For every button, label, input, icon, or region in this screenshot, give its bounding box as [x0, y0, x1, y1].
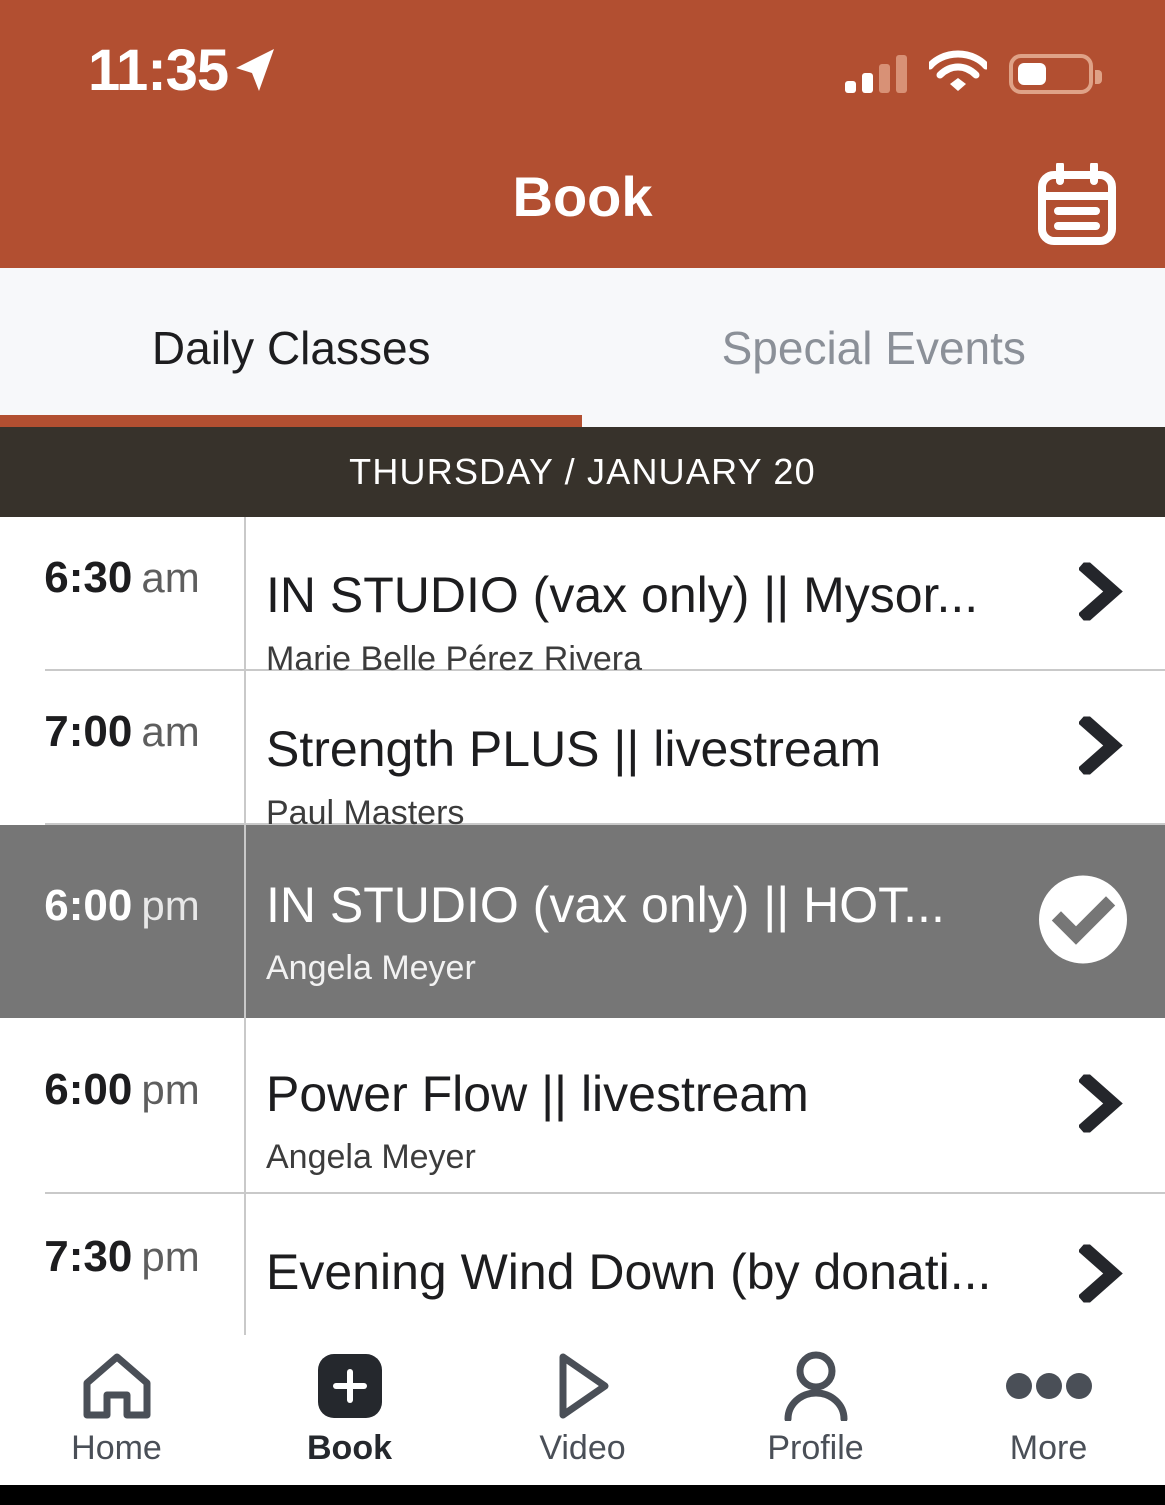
time-column-divider — [244, 517, 246, 1335]
cellular-signal-icon — [845, 54, 907, 93]
class-info: Strength PLUS || livestream Paul Masters — [266, 671, 1045, 832]
tab-bar: Daily Classes Special Events — [0, 268, 1165, 427]
location-arrow-icon — [232, 46, 276, 99]
ellipsis-icon — [1005, 1351, 1092, 1421]
class-info: IN STUDIO (vax only) || HOT... Angela Me… — [266, 825, 1045, 1018]
class-time-meridiem: am — [141, 708, 200, 755]
tab-daily-classes-label: Daily Classes — [151, 321, 431, 374]
tab-special-events-label: Special Events — [721, 321, 1026, 374]
status-bar: 11:35 — [0, 0, 1165, 140]
class-time-hour: 6:00 — [44, 880, 133, 930]
class-time-meridiem: pm — [141, 881, 200, 929]
class-time: 6:30 am — [0, 517, 244, 671]
class-info: IN STUDIO (vax only) || Mysor... Marie B… — [266, 517, 1045, 678]
page-title: Book — [512, 165, 653, 228]
class-time-hour: 6:00 — [44, 1065, 133, 1114]
class-title: Evening Wind Down (by donati... — [266, 1244, 992, 1300]
date-header-bar: THURSDAY / JANUARY 20 — [0, 427, 1165, 517]
class-time: 7:00 am — [0, 671, 244, 825]
table-row[interactable]: 6:00 pm IN STUDIO (vax only) || HOT... A… — [0, 825, 1165, 1018]
status-bar-time: 11:35 — [88, 38, 229, 103]
nav-item-more-label: More — [1009, 1429, 1088, 1467]
check-circle-icon[interactable] — [1039, 875, 1127, 968]
calendar-icon[interactable] — [1031, 158, 1123, 250]
nav-item-profile-label: Profile — [767, 1429, 864, 1467]
chevron-right-icon[interactable] — [1077, 1241, 1123, 1308]
play-triangle-icon — [553, 1351, 613, 1421]
table-row[interactable]: 6:00 pm Power Flow || livestream Angela … — [0, 1018, 1165, 1194]
status-bar-indicators — [845, 50, 1102, 97]
class-title: Strength PLUS || livestream — [266, 721, 882, 777]
table-row[interactable]: 7:00 am Strength PLUS || livestream Paul… — [0, 671, 1165, 832]
class-time-hour: 6:30 — [44, 553, 133, 602]
table-row[interactable]: 7:30 pm Evening Wind Down (by donati... — [0, 1194, 1165, 1335]
home-icon — [81, 1351, 153, 1421]
date-header-label: THURSDAY / JANUARY 20 — [349, 451, 816, 492]
chevron-right-icon[interactable] — [1077, 713, 1123, 780]
nav-item-home-label: Home — [71, 1429, 162, 1467]
nav-item-book[interactable]: Book — [233, 1335, 466, 1467]
home-indicator-bar — [0, 1485, 1165, 1505]
class-time: 6:00 pm — [0, 1018, 244, 1194]
class-list[interactable]: 6:30 am IN STUDIO (vax only) || Mysor...… — [0, 517, 1165, 1335]
tab-daily-classes[interactable]: Daily Classes — [0, 268, 583, 427]
wifi-icon — [926, 50, 990, 97]
class-teacher: Angela Meyer — [266, 1138, 476, 1176]
tab-active-indicator — [0, 415, 582, 427]
class-teacher: Angela Meyer — [266, 949, 476, 987]
battery-low-icon — [1009, 53, 1102, 94]
person-icon — [782, 1351, 850, 1421]
class-info: Power Flow || livestream Angela Meyer — [266, 1018, 1045, 1194]
nav-item-video-label: Video — [539, 1429, 626, 1467]
class-title: IN STUDIO (vax only) || Mysor... — [266, 567, 979, 623]
class-time-meridiem: am — [141, 554, 200, 601]
plus-square-icon — [317, 1354, 382, 1418]
chevron-right-icon[interactable] — [1077, 559, 1123, 626]
nav-item-video[interactable]: Video — [466, 1335, 699, 1467]
chevron-right-icon[interactable] — [1077, 1071, 1123, 1138]
table-row[interactable]: 6:30 am IN STUDIO (vax only) || Mysor...… — [0, 517, 1165, 678]
class-time-hour: 7:30 — [44, 1232, 133, 1281]
bottom-navigation-bar: Home Book Video Profile More — [0, 1335, 1165, 1485]
class-time-meridiem: pm — [141, 1233, 200, 1280]
class-time-meridiem: pm — [141, 1066, 200, 1113]
class-info: Evening Wind Down (by donati... — [266, 1194, 1045, 1335]
nav-item-profile[interactable]: Profile — [699, 1335, 932, 1467]
class-title: IN STUDIO (vax only) || HOT... — [266, 877, 945, 933]
app-header: 11:35 Book — [0, 0, 1165, 268]
class-title: Power Flow || livestream — [266, 1066, 809, 1122]
nav-item-more[interactable]: More — [932, 1335, 1165, 1467]
app-screen: 11:35 Book Daily Classes Special Events … — [0, 0, 1165, 1505]
tab-special-events[interactable]: Special Events — [583, 268, 1165, 427]
class-time-hour: 7:00 — [44, 707, 133, 756]
nav-item-book-label: Book — [307, 1429, 392, 1467]
nav-item-home[interactable]: Home — [0, 1335, 233, 1467]
class-time: 6:00 pm — [0, 825, 244, 1018]
class-time: 7:30 pm — [0, 1194, 244, 1335]
